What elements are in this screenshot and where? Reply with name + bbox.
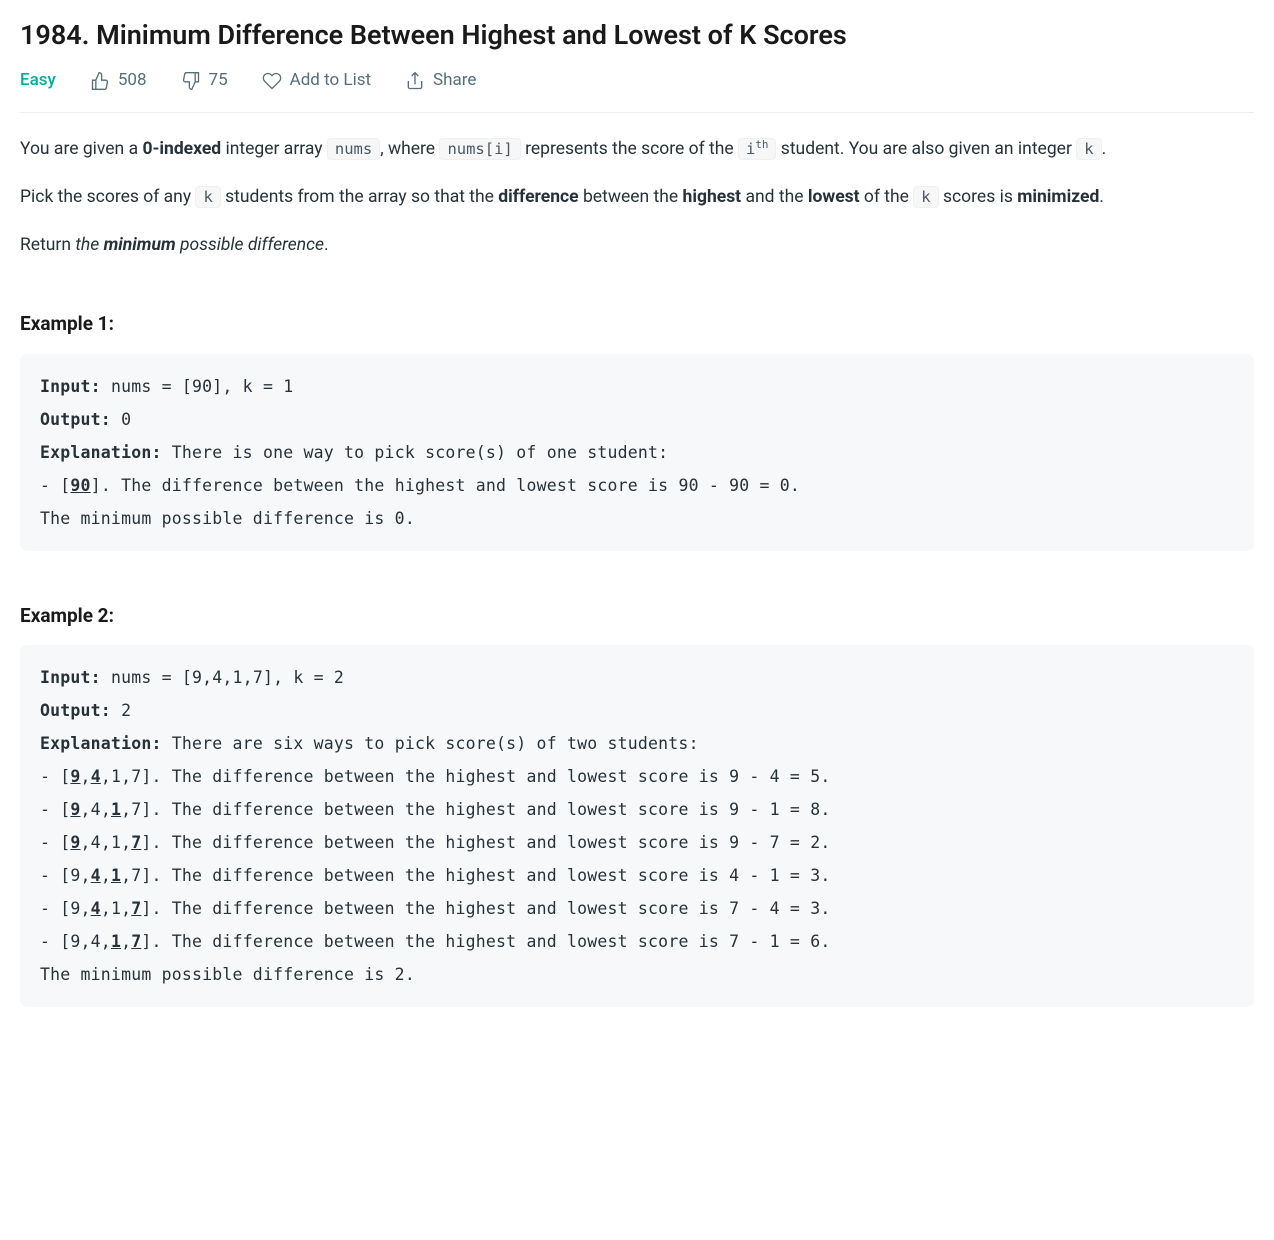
example-heading: Example 2: (20, 601, 1254, 631)
code-inline: ith (738, 138, 776, 160)
share-icon (405, 71, 425, 91)
dislike-button[interactable]: 75 (181, 67, 228, 94)
thumbs-up-icon (90, 71, 110, 91)
share-label: Share (433, 67, 476, 94)
code-inline: nums (327, 138, 380, 160)
add-to-list-button[interactable]: Add to List (262, 67, 371, 94)
example-block: Input: nums = [90], k = 1 Output: 0 Expl… (20, 354, 1254, 551)
code-inline: k (913, 186, 938, 208)
example-block: Input: nums = [9,4,1,7], k = 2 Output: 2… (20, 645, 1254, 1007)
thumbs-down-icon (181, 71, 201, 91)
add-to-list-label: Add to List (290, 67, 371, 94)
share-button[interactable]: Share (405, 67, 476, 94)
description-paragraph: Pick the scores of any k students from t… (20, 183, 1254, 211)
like-count: 508 (118, 67, 147, 94)
code-inline: nums[i] (439, 138, 520, 160)
difficulty-badge: Easy (20, 67, 56, 94)
code-inline: k (195, 186, 220, 208)
heart-icon (262, 71, 282, 91)
problem-description: You are given a 0-indexed integer array … (20, 135, 1254, 1007)
meta-row: Easy 508 75 Add to List Share (20, 67, 1254, 113)
problem-title: 1984. Minimum Difference Between Highest… (20, 18, 1254, 53)
description-paragraph: Return the minimum possible difference. (20, 231, 1254, 259)
like-button[interactable]: 508 (90, 67, 147, 94)
example-heading: Example 1: (20, 309, 1254, 339)
description-paragraph: You are given a 0-indexed integer array … (20, 135, 1254, 163)
dislike-count: 75 (209, 67, 228, 94)
code-inline: k (1076, 138, 1101, 160)
